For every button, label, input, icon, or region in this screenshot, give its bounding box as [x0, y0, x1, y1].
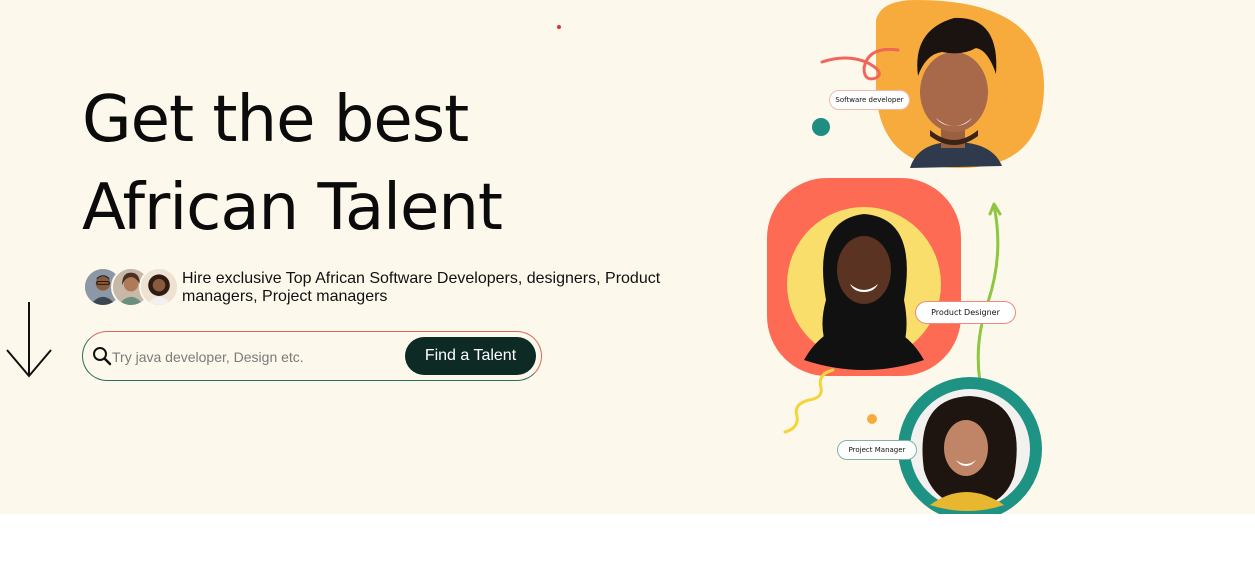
yellow-squiggle — [783, 368, 835, 434]
role-tag-product-designer: Product Designer — [915, 301, 1016, 324]
talent-search-bar: Find a Talent — [82, 331, 542, 381]
hero-subtext: Hire exclusive Top African Software Deve… — [182, 270, 661, 305]
scroll-down-arrow-icon[interactable] — [4, 300, 54, 380]
role-tag-project-manager: Project Manager — [837, 440, 917, 460]
talent-search-input[interactable] — [112, 344, 402, 370]
hero-section: Get the best African Talent Hire exclusi… — [0, 0, 1255, 514]
green-arrow — [976, 204, 1000, 384]
role-tag-software-developer: Software developer — [829, 90, 910, 110]
headline-line-2: African Talent — [82, 171, 503, 245]
headline-line-1: Get the best — [82, 83, 469, 157]
talent-avatar-group — [83, 267, 183, 309]
decorative-dot — [557, 25, 561, 29]
teal-dot — [812, 118, 830, 136]
talent-illustration — [767, 0, 1044, 514]
avatar — [139, 267, 179, 307]
hero-headline: Get the best African Talent — [82, 76, 503, 252]
search-icon — [93, 347, 112, 366]
orange-dot — [867, 414, 877, 424]
find-talent-button[interactable]: Find a Talent — [405, 337, 536, 375]
